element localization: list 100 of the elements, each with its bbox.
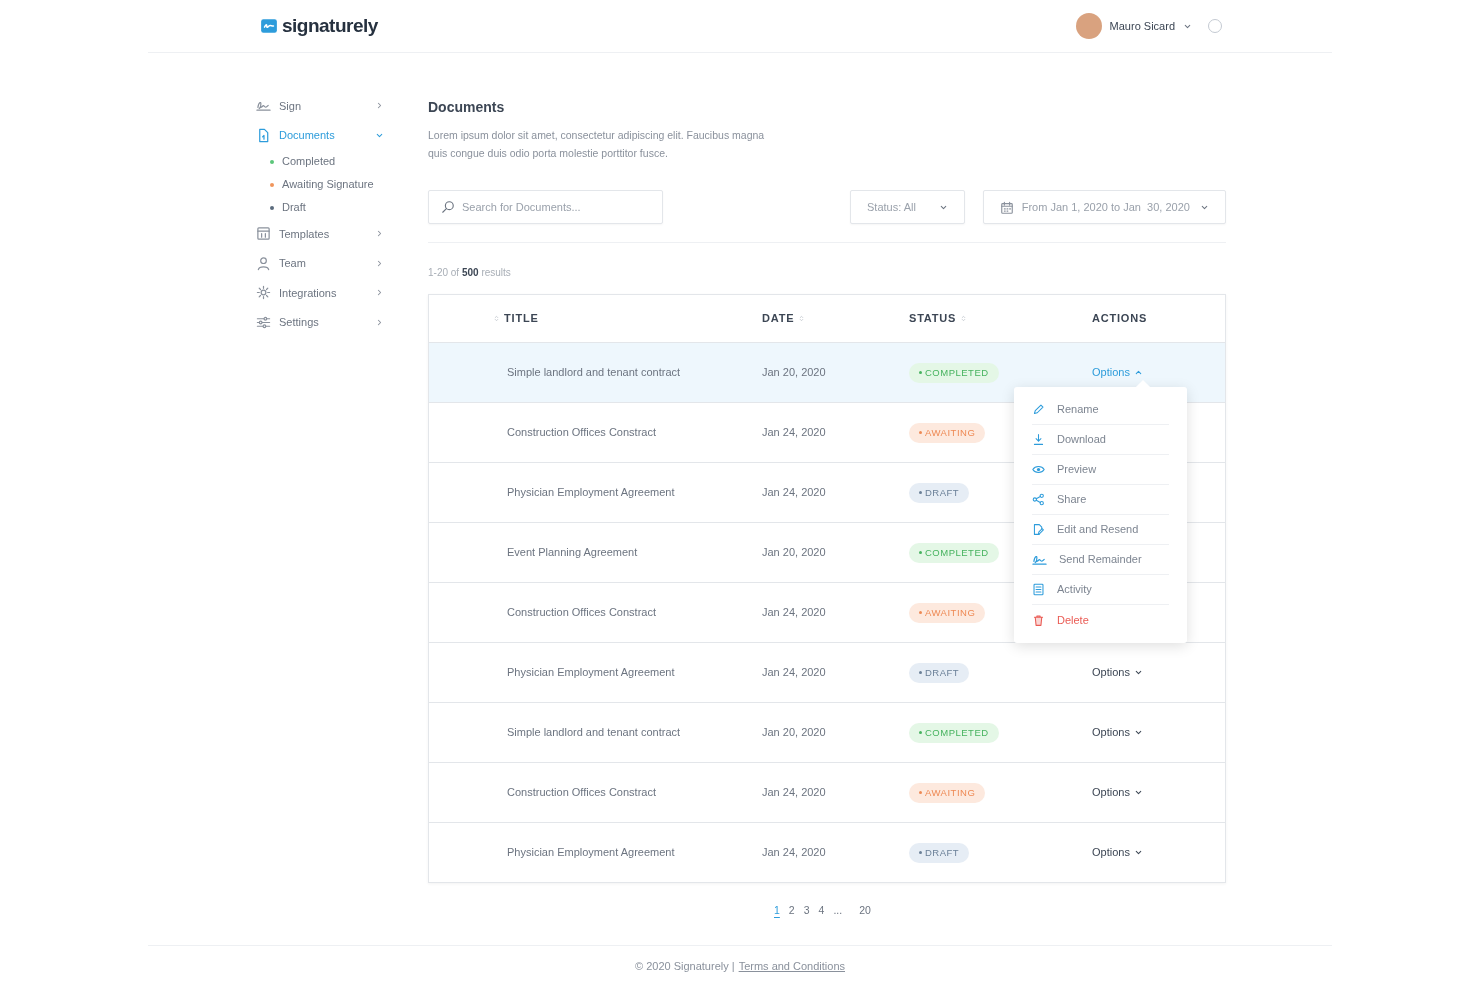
results-count: 1-20 of 500 results <box>428 266 512 280</box>
menu-item[interactable]: Activity <box>1032 575 1169 605</box>
table-row[interactable]: Simple landlord and tenant contract Jan 20, 2020 COMPLETED Options <box>429 702 1225 762</box>
sidebar-subitem[interactable]: Completed <box>282 153 336 170</box>
date-range-dropdown[interactable]: From Jan 1, 2020 to Jan 30, 2020 <box>982 190 1226 224</box>
caret-icon <box>1133 668 1143 677</box>
eye-icon <box>1032 463 1045 476</box>
caret-icon <box>1133 728 1143 737</box>
document-title: Physician Employment Agreement <box>507 846 675 859</box>
menu-item[interactable]: Send Remainder <box>1032 545 1169 575</box>
page-link[interactable]: 3 <box>803 903 810 919</box>
sidebar-subitem[interactable]: Draft <box>282 199 306 216</box>
column-header[interactable]: TITLE <box>504 310 539 327</box>
sidebar-item[interactable]: Templates <box>256 219 384 249</box>
sidebar-item[interactable]: Integrations <box>256 278 384 308</box>
sidebar-item[interactable]: Settings <box>256 307 384 337</box>
document-date: Jan 20, 2020 <box>762 546 826 559</box>
page-link[interactable]: ... <box>833 903 843 919</box>
page-description: Lorem ipsum dolor sit amet, consectetur adipiscing elit. Faucibus magna quis congue duis odio porta molestie porttitor fusce. <box>428 128 766 161</box>
status-badge: COMPLETED <box>909 362 999 383</box>
page-link[interactable]: 4 <box>818 903 825 919</box>
document-date: Jan 24, 2020 <box>762 606 826 619</box>
page-link[interactable]: 2 <box>788 903 795 919</box>
search-field[interactable]: Search for Documents... <box>428 190 663 224</box>
options-button[interactable]: Options <box>1092 784 1143 801</box>
document-date: Jan 24, 2020 <box>762 846 826 859</box>
menu-item[interactable]: Preview <box>1032 455 1169 485</box>
sort-icon <box>493 314 500 323</box>
document-title: Physician Employment Agreement <box>507 666 675 679</box>
logo-text: signaturely <box>282 13 378 38</box>
options-button[interactable]: Options <box>1092 364 1143 381</box>
document-title: Event Planning Agreement <box>507 546 638 559</box>
gear-icon <box>256 285 271 301</box>
pencil-icon <box>1032 403 1045 416</box>
menu-item[interactable]: Rename <box>1032 395 1169 425</box>
menu-item[interactable]: Download <box>1032 425 1169 455</box>
trash-icon <box>1032 613 1045 627</box>
menu-item[interactable]: Share <box>1032 485 1169 515</box>
sidebar-item[interactable]: Sign <box>256 91 384 121</box>
table-row[interactable]: Physician Employment Agreement Jan 24, 2020 DRAFT Options <box>429 822 1225 882</box>
document-date: Jan 24, 2020 <box>762 486 826 499</box>
document-date: Jan 24, 2020 <box>762 426 826 439</box>
document-date: Jan 20, 2020 <box>762 726 826 739</box>
status-badge: AWAITING <box>909 782 986 803</box>
page-title: Documents <box>428 98 506 117</box>
edit-document-icon <box>1032 523 1045 536</box>
sidebar-item[interactable]: Documents <box>256 120 384 150</box>
sliders-icon <box>256 314 271 330</box>
chevron-icon <box>375 101 384 111</box>
download-icon <box>1032 433 1045 446</box>
document-title: Simple landlord and tenant contract <box>507 726 681 739</box>
page-link[interactable]: 20 <box>859 903 871 919</box>
template-icon <box>256 226 271 242</box>
logo-icon <box>260 17 278 36</box>
status-dropdown[interactable]: Status: All <box>850 190 965 224</box>
terms-link[interactable]: Terms and Conditions <box>738 958 845 975</box>
column-header[interactable]: STATUS <box>909 310 957 327</box>
document-icon <box>256 127 271 143</box>
list-icon <box>1032 583 1045 596</box>
document-title: Construction Offices Constract <box>507 426 656 439</box>
menu-item[interactable]: Edit and Resend <box>1032 515 1169 545</box>
options-button[interactable]: Options <box>1092 724 1143 741</box>
avatar[interactable] <box>1075 13 1102 39</box>
calendar-icon <box>999 200 1014 215</box>
column-header[interactable]: DATE <box>762 310 795 327</box>
page-link[interactable]: 1 <box>774 903 780 919</box>
status-badge: DRAFT <box>909 842 970 863</box>
chevron-icon <box>375 288 384 298</box>
share-icon <box>1032 493 1045 506</box>
chevron-icon <box>375 317 384 327</box>
column-header[interactable]: ACTIONS <box>1092 310 1148 327</box>
document-date: Jan 24, 2020 <box>762 786 826 799</box>
status-badge: DRAFT <box>909 662 970 683</box>
caret-icon <box>1133 848 1143 857</box>
status-badge: COMPLETED <box>909 542 999 563</box>
table-row[interactable]: Simple landlord and tenant contract Jan 20, 2020 COMPLETED Options <box>429 342 1225 402</box>
document-title: Physician Employment Agreement <box>507 486 675 499</box>
document-title: Construction Offices Constract <box>507 606 656 619</box>
sidebar-subitem[interactable]: Awaiting Signature <box>282 176 374 193</box>
status-badge: AWAITING <box>909 422 986 443</box>
search-icon <box>441 200 455 214</box>
document-title: Construction Offices Constract <box>507 786 656 799</box>
person-icon <box>256 255 271 271</box>
document-title: Simple landlord and tenant contract <box>507 366 681 379</box>
copyright-text: © 2020 Signaturely | <box>635 959 735 975</box>
status-badge: AWAITING <box>909 602 986 623</box>
caret-icon <box>1133 788 1143 797</box>
sort-icon <box>960 314 968 323</box>
user-name[interactable]: Mauro Sicard <box>1109 17 1175 35</box>
sort-icon <box>798 314 806 323</box>
chevron-icon <box>375 229 384 239</box>
options-button[interactable]: Options <box>1092 844 1143 861</box>
sidebar-item[interactable]: Team <box>256 248 384 278</box>
document-date: Jan 20, 2020 <box>762 366 826 379</box>
status-badge: DRAFT <box>909 482 970 503</box>
options-button[interactable]: Options <box>1092 664 1143 681</box>
document-date: Jan 24, 2020 <box>762 666 826 679</box>
table-row[interactable]: Construction Offices Constract Jan 24, 2020 AWAITING Options <box>429 762 1225 822</box>
chevron-icon <box>375 258 384 268</box>
menu-item[interactable]: Delete <box>1032 605 1169 635</box>
